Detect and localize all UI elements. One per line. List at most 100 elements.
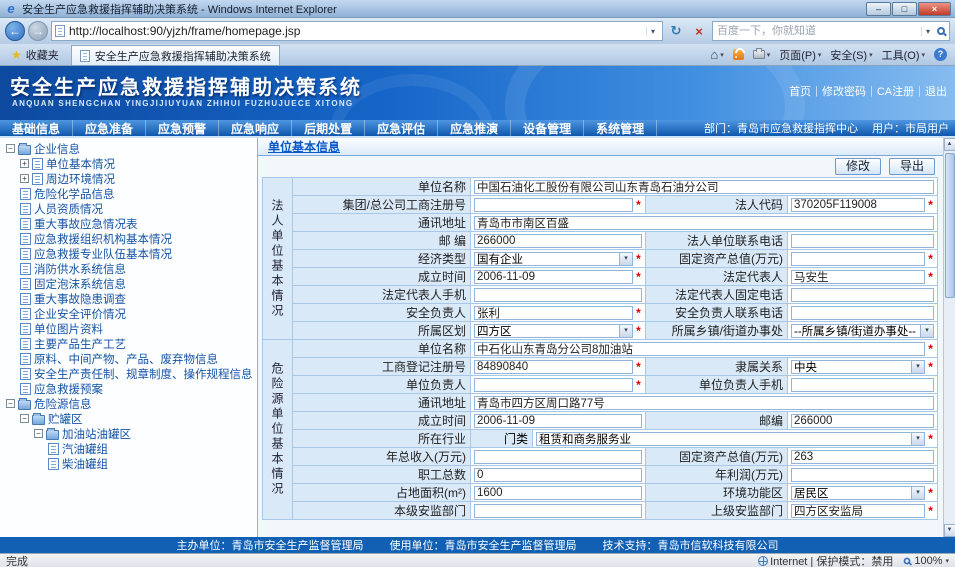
text-input[interactable] — [791, 288, 934, 302]
tree-item[interactable]: 企业安全评价情况 — [2, 306, 257, 321]
menu-item[interactable]: 应急推演 — [438, 120, 511, 136]
tree-item-label[interactable]: 柴油罐组 — [62, 456, 108, 471]
tree-item-label[interactable]: 重大事故隐患调查 — [34, 291, 126, 306]
search-input[interactable] — [717, 25, 918, 37]
text-input[interactable] — [474, 468, 642, 482]
tree-item[interactable]: −危险源信息 — [2, 396, 257, 411]
tree-item[interactable]: −贮罐区 — [2, 411, 257, 426]
print-button[interactable]: ▾ — [753, 50, 771, 59]
tree-item-label[interactable]: 应急救援预案 — [34, 381, 103, 396]
tab-unit-basic-info[interactable]: 单位基本信息 — [268, 138, 340, 155]
menu-item[interactable]: 应急评估 — [365, 120, 438, 136]
menu-item[interactable]: 应急准备 — [73, 120, 146, 136]
text-input[interactable] — [791, 270, 925, 284]
chevron-down-icon[interactable]: ▾ — [619, 253, 632, 265]
text-input[interactable] — [791, 306, 934, 320]
menu-item[interactable]: 后期处置 — [292, 120, 365, 136]
url-input[interactable] — [69, 24, 642, 38]
tree-item-label[interactable]: 原料、中间产物、产品、废弃物信息 — [34, 351, 218, 366]
text-input[interactable] — [791, 252, 925, 266]
menu-item[interactable]: 系统管理 — [584, 120, 657, 136]
text-input[interactable] — [791, 450, 934, 464]
text-input[interactable] — [474, 342, 925, 356]
text-input[interactable] — [474, 450, 642, 464]
help-button[interactable]: ? — [934, 48, 947, 61]
tree-item-label[interactable]: 人员资质情况 — [34, 201, 103, 216]
tree-item[interactable]: 人员资质情况 — [2, 201, 257, 216]
tree-item-label[interactable]: 周边环境情况 — [46, 171, 115, 186]
select-input[interactable]: --所属乡镇/街道办事处--▾ — [791, 324, 934, 338]
select-input[interactable]: 租赁和商务服务业▾ — [536, 432, 925, 446]
tree-item[interactable]: 应急救援预案 — [2, 381, 257, 396]
menu-item[interactable]: 应急预警 — [146, 120, 219, 136]
select-input[interactable]: 国有企业▾ — [474, 252, 633, 266]
tree-item[interactable]: 重大事故应急情况表 — [2, 216, 257, 231]
forward-button[interactable]: → — [28, 21, 48, 41]
tree-item[interactable]: −企业信息 — [2, 141, 257, 156]
header-link[interactable]: 首页 — [789, 83, 811, 99]
text-input[interactable] — [791, 414, 934, 428]
text-input[interactable] — [474, 198, 633, 212]
tree-item-label[interactable]: 重大事故应急情况表 — [34, 216, 138, 231]
chevron-down-icon[interactable]: ▾ — [911, 361, 924, 373]
tree-item-label[interactable]: 企业安全评价情况 — [34, 306, 126, 321]
text-input[interactable] — [474, 504, 642, 518]
search-icon[interactable] — [937, 27, 945, 35]
text-input[interactable] — [791, 234, 934, 248]
vertical-scrollbar[interactable]: ▲ ▼ — [943, 138, 955, 537]
text-input[interactable] — [474, 306, 633, 320]
modify-button[interactable]: 修改 — [835, 158, 881, 175]
tree-item[interactable]: 重大事故隐患调查 — [2, 291, 257, 306]
export-button[interactable]: 导出 — [889, 158, 935, 175]
tree-item[interactable]: + 周边环境情况 — [2, 171, 257, 186]
text-input[interactable] — [474, 414, 642, 428]
chevron-down-icon[interactable]: ▾ — [920, 325, 933, 337]
tree-item-label[interactable]: 安全生产责任制、规章制度、操作规程信息 — [34, 366, 253, 381]
tree-item-label[interactable]: 消防供水系统信息 — [34, 261, 126, 276]
tree-item-label[interactable]: 主要产品生产工艺 — [34, 336, 126, 351]
tree-item[interactable]: 固定泡沫系统信息 — [2, 276, 257, 291]
tree-item-label[interactable]: 单位图片资料 — [34, 321, 103, 336]
search-box[interactable]: ▾ — [712, 21, 950, 41]
tree-item[interactable]: 单位图片资料 — [2, 321, 257, 336]
text-input[interactable] — [791, 468, 934, 482]
header-link[interactable]: CA注册 — [877, 83, 914, 99]
home-button[interactable]: ⌂ ▾ — [710, 49, 723, 61]
tree-item[interactable]: −加油站油罐区 — [2, 426, 257, 441]
tree-item[interactable]: 主要产品生产工艺 — [2, 336, 257, 351]
security-menu[interactable]: 安全(S) ▾ — [830, 47, 872, 63]
chevron-down-icon[interactable]: ▾ — [911, 433, 924, 445]
search-dropdown-icon[interactable]: ▾ — [921, 27, 934, 36]
chevron-down-icon[interactable]: ▾ — [911, 487, 924, 499]
tree-item[interactable]: 柴油罐组 — [2, 456, 257, 471]
text-input[interactable] — [474, 216, 934, 230]
header-link[interactable]: 退出 — [925, 83, 947, 99]
scroll-up-icon[interactable]: ▲ — [944, 138, 955, 151]
page-menu[interactable]: 页面(P) ▾ — [779, 47, 821, 63]
text-input[interactable] — [474, 288, 642, 302]
address-field[interactable]: ▾ — [51, 21, 663, 41]
text-input[interactable] — [791, 198, 925, 212]
text-input[interactable] — [791, 504, 925, 518]
menu-item[interactable]: 应急响应 — [219, 120, 292, 136]
select-input[interactable]: 四方区▾ — [474, 324, 633, 338]
menu-item[interactable]: 设备管理 — [511, 120, 584, 136]
tree-item-label[interactable]: 应急救援专业队伍基本情况 — [34, 246, 172, 261]
tree-item-label[interactable]: 危险源信息 — [34, 396, 92, 411]
menu-item[interactable]: 基础信息 — [0, 120, 73, 136]
text-input[interactable] — [474, 378, 633, 392]
tree-item[interactable]: 危险化学品信息 — [2, 186, 257, 201]
browser-tab[interactable]: 安全生产应急救援指挥辅助决策系统 — [71, 45, 280, 65]
scroll-down-icon[interactable]: ▼ — [944, 524, 955, 537]
expand-icon[interactable]: + — [20, 174, 29, 183]
zoom-control[interactable]: 100% ▾ — [903, 555, 949, 567]
tools-menu[interactable]: 工具(O) ▾ — [882, 47, 925, 63]
collapse-icon[interactable]: − — [20, 414, 29, 423]
tree-item-label[interactable]: 固定泡沫系统信息 — [34, 276, 126, 291]
collapse-icon[interactable]: − — [34, 429, 43, 438]
text-input[interactable] — [791, 378, 934, 392]
text-input[interactable] — [474, 360, 633, 374]
tree-item[interactable]: +单位基本情况 — [2, 156, 257, 171]
favorites-button[interactable]: ★ 收藏夹 — [5, 46, 65, 64]
chevron-down-icon[interactable]: ▾ — [619, 325, 632, 337]
